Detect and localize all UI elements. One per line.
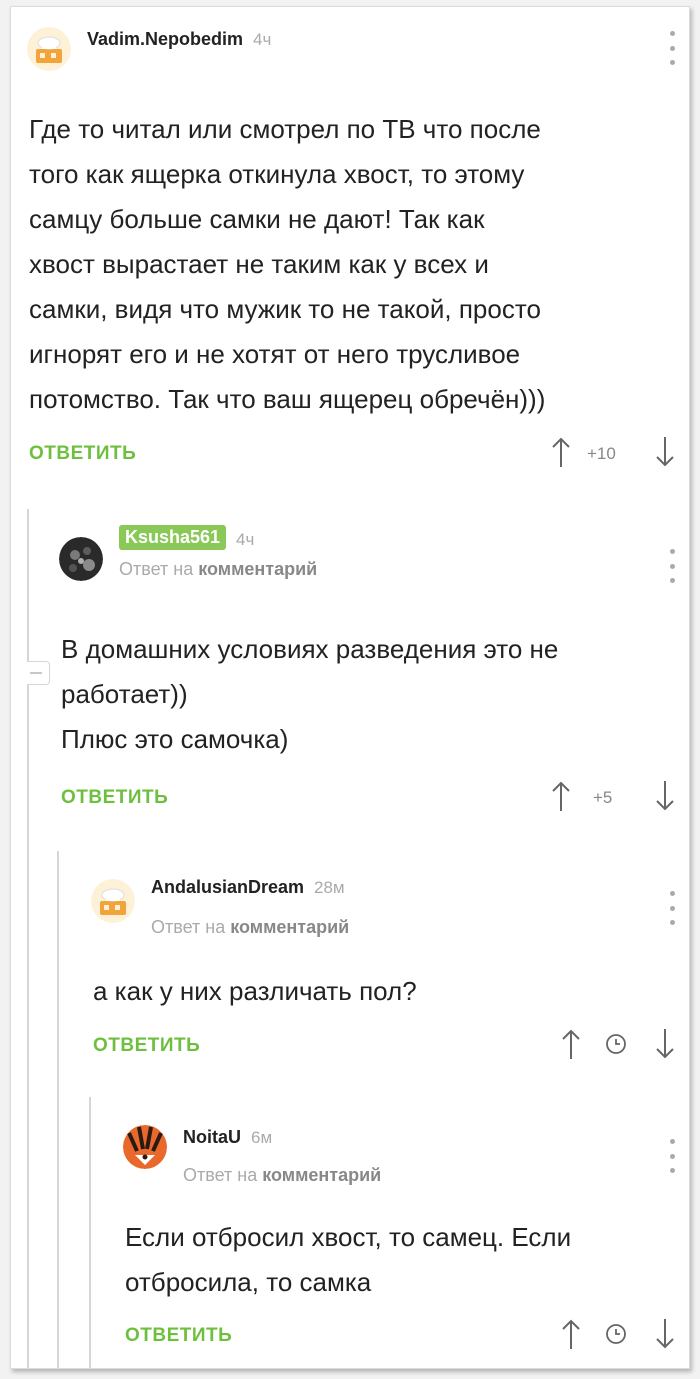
arrow-down-icon[interactable] bbox=[653, 779, 677, 813]
reply-button[interactable]: ОТВЕТИТЬ bbox=[125, 1325, 232, 1347]
reply-to-link[interactable]: комментарий bbox=[230, 917, 349, 937]
chef-hat-avatar-icon bbox=[27, 27, 71, 71]
score: +10 bbox=[587, 444, 616, 463]
comment-text: Где то читал или смотрел по ТВ что после… bbox=[29, 114, 546, 414]
more-vertical-icon[interactable] bbox=[667, 31, 677, 65]
clock-icon bbox=[606, 1324, 626, 1344]
comment: NoitaU 6м Ответ на комментарий Если отбр… bbox=[123, 1107, 677, 1357]
username[interactable]: NoitaU bbox=[183, 1127, 241, 1148]
avatar[interactable] bbox=[91, 879, 135, 923]
arrow-up-icon[interactable] bbox=[559, 1317, 583, 1351]
more-vertical-icon[interactable] bbox=[667, 1139, 677, 1173]
avatar[interactable] bbox=[123, 1125, 167, 1169]
comment: AndalusianDream 28м Ответ на комментарий… bbox=[91, 863, 677, 1073]
reply-to-label: Ответ на комментарий bbox=[183, 1165, 381, 1186]
reply-button[interactable]: ОТВЕТИТЬ bbox=[61, 787, 168, 809]
comment-time: 28м bbox=[314, 878, 345, 897]
comment-text: Если отбросил хвост, то самец. Если отбр… bbox=[125, 1222, 572, 1297]
thread-line-level-1[interactable] bbox=[27, 509, 29, 1368]
score: +5 bbox=[593, 788, 613, 807]
avatar[interactable] bbox=[59, 537, 103, 581]
reply-to-prefix: Ответ на bbox=[183, 1165, 258, 1185]
arrow-up-icon[interactable] bbox=[559, 1027, 583, 1061]
vote-controls: +5 bbox=[549, 779, 677, 819]
chef-hat-avatar-icon bbox=[91, 879, 135, 923]
comment-header: Vadim.Nepobedim 4ч bbox=[27, 23, 677, 83]
clock-icon bbox=[606, 1034, 626, 1054]
comment-header: AndalusianDream 28м Ответ на комментарий bbox=[91, 863, 677, 937]
username[interactable]: Ksusha561 bbox=[119, 525, 227, 550]
comment-time: 4ч bbox=[253, 30, 272, 49]
thread-line-level-2[interactable] bbox=[57, 851, 59, 1368]
avatar[interactable] bbox=[27, 27, 71, 71]
comment: Ksusha561 4ч Ответ на комментарий В дома… bbox=[59, 523, 677, 823]
more-vertical-icon[interactable] bbox=[667, 549, 677, 583]
reply-to-label: Ответ на комментарий bbox=[151, 917, 349, 938]
comment-text: а как у них различать пол? bbox=[93, 976, 417, 1006]
comment-header: Ksusha561 4ч Ответ на комментарий bbox=[59, 523, 677, 583]
arrow-down-icon[interactable] bbox=[653, 1317, 677, 1351]
vote-controls bbox=[559, 1027, 677, 1067]
username[interactable]: AndalusianDream bbox=[151, 877, 304, 898]
comment-header: NoitaU 6м Ответ на комментарий bbox=[123, 1107, 677, 1185]
arrow-up-icon[interactable] bbox=[549, 435, 573, 469]
reply-to-link[interactable]: комментарий bbox=[198, 559, 317, 579]
collapse-thread-toggle[interactable] bbox=[27, 661, 50, 685]
reply-to-prefix: Ответ на bbox=[151, 917, 226, 937]
comment: Vadim.Nepobedim 4ч Где то читал или смот… bbox=[27, 23, 677, 473]
thread-line-level-3[interactable] bbox=[89, 1097, 91, 1368]
vote-controls: +10 bbox=[549, 435, 677, 475]
vote-controls bbox=[559, 1317, 677, 1357]
reply-to-link[interactable]: комментарий bbox=[262, 1165, 381, 1185]
reply-to-label: Ответ на комментарий bbox=[119, 559, 317, 580]
arrow-down-icon[interactable] bbox=[653, 435, 677, 469]
comment-time: 4ч bbox=[236, 530, 255, 549]
more-vertical-icon[interactable] bbox=[667, 891, 677, 925]
reply-button[interactable]: ОТВЕТИТЬ bbox=[93, 1035, 200, 1057]
arrow-down-icon[interactable] bbox=[653, 1027, 677, 1061]
reply-button[interactable]: ОТВЕТИТЬ bbox=[29, 443, 136, 465]
photo-avatar-icon bbox=[59, 537, 103, 581]
arrow-up-icon[interactable] bbox=[549, 779, 573, 813]
comment-time: 6м bbox=[251, 1128, 273, 1147]
username[interactable]: Vadim.Nepobedim bbox=[87, 29, 243, 50]
tiger-avatar-icon bbox=[123, 1125, 167, 1169]
comment-text: В домашних условиях разведения это не ра… bbox=[61, 634, 559, 754]
reply-to-prefix: Ответ на bbox=[119, 559, 194, 579]
comments-panel: Vadim.Nepobedim 4ч Где то читал или смот… bbox=[10, 6, 690, 1369]
